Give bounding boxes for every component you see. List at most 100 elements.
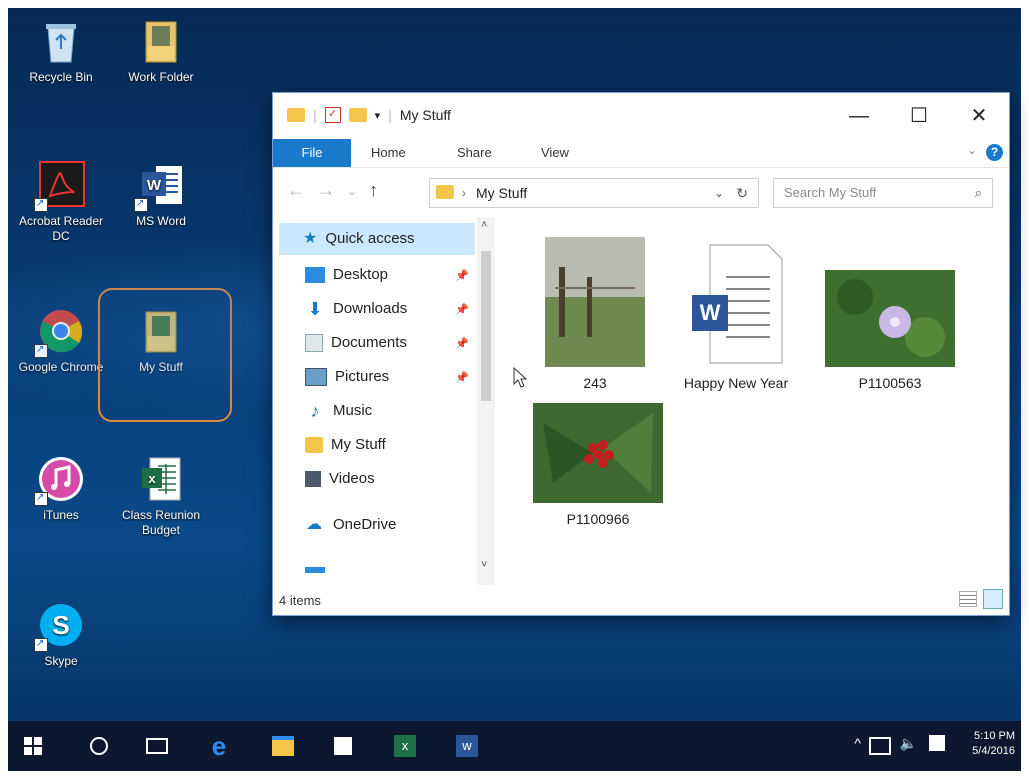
- file-name: P1100563: [858, 375, 922, 391]
- back-arrow-icon[interactable]: ←: [287, 180, 305, 201]
- search-placeholder: Search My Stuff: [784, 185, 877, 200]
- onedrive-cloud-icon: ☁: [306, 516, 322, 533]
- nav-item-desktop[interactable]: Desktop: [305, 260, 388, 290]
- desktop-icon-acrobat[interactable]: Acrobat Reader DC: [16, 160, 106, 244]
- nav-item-videos[interactable]: Videos: [305, 464, 375, 494]
- pin-icon[interactable]: 📌: [455, 269, 469, 282]
- address-bar[interactable]: › My Stuff ⌄ ↻: [429, 178, 759, 208]
- desktop-icon-recycle-bin[interactable]: Recycle Bin: [16, 16, 106, 85]
- maximize-button[interactable]: ☐: [889, 99, 949, 133]
- this-pc-icon: [305, 567, 325, 573]
- file-item-happy-new-year[interactable]: W Happy New Year: [671, 237, 801, 391]
- scroll-up-icon[interactable]: ˄: [481, 219, 487, 231]
- folder-icon: [436, 185, 454, 199]
- music-icon: ♪: [310, 401, 320, 421]
- recent-locations-icon[interactable]: ⌄: [347, 184, 357, 198]
- file-item-243[interactable]: 243: [535, 237, 655, 391]
- task-view-icon: [146, 738, 168, 754]
- tab-view[interactable]: View: [541, 139, 569, 167]
- status-bar: 4 items: [273, 585, 1009, 615]
- edge-icon: e: [211, 730, 227, 761]
- customize-toolbar-icon[interactable]: ▾: [375, 109, 381, 122]
- search-icon: ⌕: [974, 185, 982, 200]
- itunes-icon: [34, 454, 86, 506]
- task-view-button[interactable]: [142, 731, 172, 761]
- refresh-icon[interactable]: ↻: [736, 179, 748, 207]
- desktop-icon-label: MS Word: [136, 214, 186, 228]
- scroll-down-icon[interactable]: ˅: [481, 559, 487, 571]
- up-arrow-icon[interactable]: ↑: [369, 180, 378, 201]
- properties-icon[interactable]: ✓: [324, 107, 341, 123]
- minimize-button[interactable]: —: [829, 99, 889, 133]
- shortcut-arrow-icon: [34, 196, 48, 212]
- breadcrumb[interactable]: My Stuff: [476, 179, 527, 207]
- action-center-icon[interactable]: [929, 735, 945, 751]
- taskbar-edge[interactable]: e: [204, 731, 234, 761]
- nav-item-documents[interactable]: Documents: [305, 328, 407, 358]
- close-button[interactable]: ✕: [949, 99, 1009, 133]
- videos-icon: [305, 471, 321, 487]
- file-item-p1100966[interactable]: P1100966: [531, 403, 665, 527]
- desktop-icon-itunes[interactable]: iTunes: [16, 454, 106, 523]
- file-item-p1100563[interactable]: P1100563: [823, 237, 957, 391]
- nav-item-quick-access[interactable]: ★ Quick access: [303, 224, 415, 254]
- forward-arrow-icon[interactable]: →: [317, 180, 335, 201]
- nav-item-label: Pictures: [335, 368, 390, 385]
- nav-item-label: Music: [333, 402, 373, 419]
- desktop-icon-skype[interactable]: S Skype: [16, 600, 106, 669]
- cortana-button[interactable]: [84, 731, 114, 761]
- nav-item-music[interactable]: ♪ Music: [305, 396, 373, 426]
- navigation-pane: ★ Quick access Desktop 📌 ⬇ Downloads 📌 D…: [273, 217, 495, 585]
- taskbar-excel[interactable]: x: [390, 731, 420, 761]
- nav-item-label: Desktop: [333, 266, 389, 283]
- address-dropdown-icon[interactable]: ⌄: [714, 179, 724, 207]
- file-explorer-window: | ✓ ▾ | My Stuff — ☐ ✕ File Home Share V…: [272, 92, 1010, 616]
- nav-item-downloads[interactable]: ⬇ Downloads: [305, 294, 407, 324]
- nav-item-my-stuff[interactable]: My Stuff: [305, 430, 386, 460]
- file-name: 243: [583, 375, 607, 391]
- nav-item-label: Downloads: [333, 300, 408, 317]
- desktop-icon-my-stuff[interactable]: My Stuff: [116, 306, 206, 375]
- taskbar-file-explorer[interactable]: [268, 731, 298, 761]
- folder-icon: [136, 16, 186, 66]
- tab-file[interactable]: File: [273, 139, 351, 167]
- search-box[interactable]: Search My Stuff ⌕: [773, 178, 993, 208]
- shortcut-arrow-icon: [34, 636, 48, 652]
- details-view-icon[interactable]: [959, 591, 977, 607]
- volume-icon[interactable]: 🔈: [900, 735, 917, 752]
- word-icon: W: [134, 160, 186, 212]
- nav-item-pictures[interactable]: Pictures: [305, 362, 389, 392]
- recycle-bin-icon: [36, 16, 86, 66]
- taskbar-word[interactable]: w: [452, 731, 482, 761]
- tab-share[interactable]: Share: [457, 139, 492, 167]
- show-hidden-icons-icon[interactable]: ^: [854, 735, 861, 751]
- quick-access-toolbar: | ✓ ▾ | My Stuff: [287, 107, 451, 123]
- nav-item-onedrive[interactable]: ☁ OneDrive: [303, 510, 396, 540]
- svg-text:W: W: [147, 177, 162, 194]
- folder-icon: [136, 306, 186, 356]
- window-title: My Stuff: [399, 107, 451, 123]
- pin-icon[interactable]: 📌: [455, 337, 469, 350]
- pin-icon[interactable]: 📌: [455, 303, 469, 316]
- help-icon[interactable]: ?: [986, 144, 1003, 161]
- desktop-icon-google-chrome[interactable]: Google Chrome: [16, 306, 106, 375]
- navigation-scrollbar[interactable]: ˄ ˅: [477, 217, 495, 585]
- large-icons-view-icon[interactable]: [983, 589, 1003, 609]
- skype-icon: S: [34, 600, 86, 652]
- new-folder-icon[interactable]: [348, 108, 367, 122]
- scrollbar-thumb[interactable]: [481, 251, 491, 401]
- expand-ribbon-icon[interactable]: ⌄: [967, 143, 977, 157]
- folder-icon[interactable]: [287, 108, 305, 122]
- desktop-icon-ms-word[interactable]: W MS Word: [116, 160, 206, 229]
- clock-time: 5:10 PM: [974, 730, 1015, 742]
- excel-icon: x: [394, 735, 416, 757]
- tab-home[interactable]: Home: [371, 139, 406, 167]
- taskbar-store[interactable]: [328, 731, 358, 761]
- pin-icon[interactable]: 📌: [455, 371, 469, 384]
- desktop-icon-work-folder[interactable]: Work Folder: [116, 16, 206, 85]
- start-button[interactable]: [18, 731, 48, 761]
- clock[interactable]: 5:10 PM 5/4/2016: [972, 729, 1015, 759]
- title-bar[interactable]: | ✓ ▾ | My Stuff — ☐ ✕: [273, 93, 1009, 139]
- network-icon[interactable]: [869, 737, 891, 755]
- desktop-icon-class-reunion-budget[interactable]: x Class Reunion Budget: [116, 454, 206, 538]
